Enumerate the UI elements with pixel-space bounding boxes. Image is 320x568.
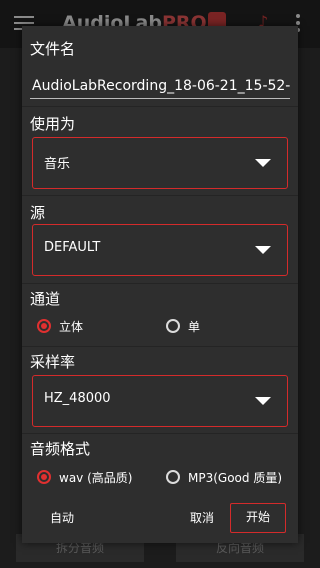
- audio-format-section: 音频格式 wav (高品质) MP3(Good 质量): [22, 433, 298, 494]
- radio-unchecked-icon: [166, 470, 180, 484]
- radio-checked-icon: [37, 470, 51, 484]
- recording-settings-dialog: 文件名 AudioLabRecording_18-06-21_15-52- 使用…: [22, 26, 298, 543]
- sample-rate-select[interactable]: HZ_48000: [32, 375, 288, 427]
- dropdown-arrow-icon: [255, 246, 271, 254]
- use-as-label: 使用为: [30, 115, 76, 133]
- use-as-select[interactable]: 音乐: [32, 137, 288, 189]
- auto-button[interactable]: 自动: [38, 505, 86, 531]
- dropdown-arrow-icon: [255, 159, 271, 167]
- format-wav-radio[interactable]: wav (高品质): [37, 467, 132, 487]
- source-section: 源 DEFAULT: [22, 195, 298, 284]
- format-mp3-radio[interactable]: MP3(Good 质量): [166, 467, 282, 487]
- filename-input[interactable]: AudioLabRecording_18-06-21_15-52-: [30, 72, 290, 99]
- source-select[interactable]: DEFAULT: [32, 224, 288, 276]
- radio-unchecked-icon: [166, 319, 180, 333]
- channel-stereo-radio[interactable]: 立体: [37, 316, 83, 336]
- dropdown-arrow-icon: [255, 397, 271, 405]
- radio-checked-icon: [37, 319, 51, 333]
- sample-rate-value: HZ_48000: [44, 391, 111, 406]
- source-label: 源: [30, 204, 46, 222]
- channel-label: 通道: [30, 290, 61, 308]
- filename-label: 文件名: [30, 40, 76, 58]
- sample-rate-label: 采样率: [30, 353, 76, 371]
- start-button[interactable]: 开始: [230, 503, 286, 533]
- filename-section: 文件名 AudioLabRecording_18-06-21_15-52-: [22, 26, 298, 106]
- sample-rate-section: 采样率 HZ_48000: [22, 346, 298, 434]
- channel-section: 通道 立体 单: [22, 283, 298, 347]
- use-as-section: 使用为 音乐: [22, 106, 298, 196]
- use-as-value: 音乐: [44, 157, 71, 172]
- audio-format-label: 音频格式: [30, 440, 91, 458]
- channel-mono-radio[interactable]: 单: [166, 316, 200, 336]
- cancel-button[interactable]: 取消: [178, 505, 226, 531]
- source-value: DEFAULT: [44, 240, 101, 255]
